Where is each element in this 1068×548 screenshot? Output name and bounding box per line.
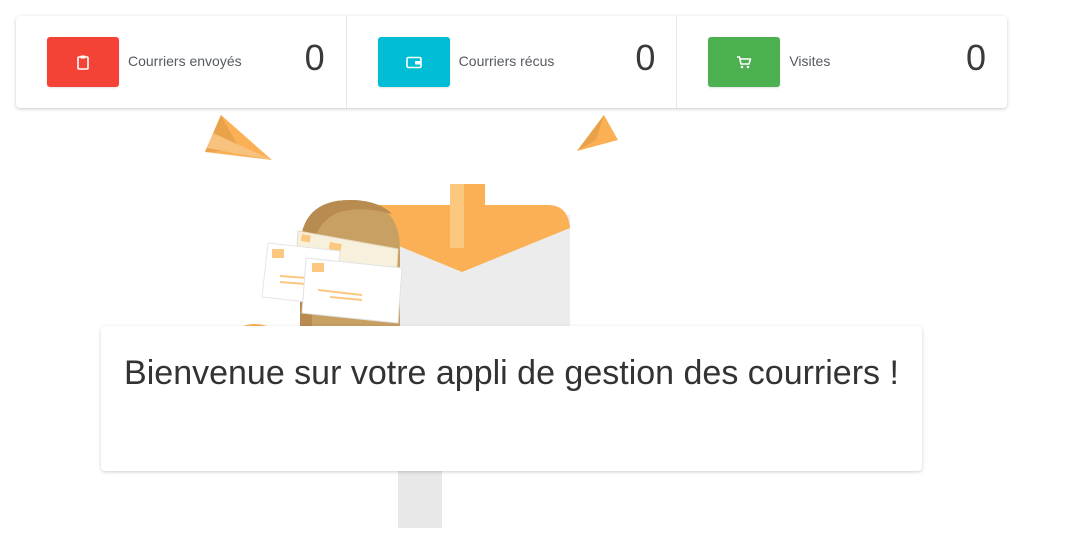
paper-plane-left-icon (205, 115, 272, 160)
stat-visits[interactable]: Visites 0 (677, 16, 1007, 108)
stat-visits-label: Visites (789, 53, 831, 69)
letter-back-icon (293, 230, 399, 317)
stat-visits-count: 0 (965, 37, 987, 78)
welcome-card: Bienvenue sur votre appli de gestion des… (101, 326, 922, 471)
stats-bar: Courriers envoyés 0 Courriers récus 0 Vi… (16, 16, 1007, 108)
stat-received-mail-label: Courriers récus (458, 53, 555, 69)
stat-sent-mail[interactable]: Courriers envoyés 0 (16, 16, 347, 108)
stat-received-mail-count: 0 (635, 37, 656, 78)
page: Courriers envoyés 0 Courriers récus 0 Vi… (0, 0, 1068, 548)
letter-front-icon (301, 257, 403, 324)
stat-sent-mail-icon-box (47, 37, 119, 87)
stat-visits-icon-box (708, 37, 781, 87)
stat-sent-mail-count: 0 (304, 37, 325, 78)
paper-plane-right-icon (577, 115, 618, 151)
stat-sent-mail-label: Courriers envoyés (128, 53, 242, 69)
stat-received-mail-icon-box (377, 37, 450, 87)
clipboard-icon (77, 55, 89, 70)
welcome-message: Bienvenue sur votre appli de gestion des… (124, 354, 899, 392)
stat-received-mail[interactable]: Courriers récus 0 (347, 16, 678, 108)
cart-icon (737, 56, 752, 69)
wallet-icon (405, 56, 422, 68)
letter-left-icon (261, 242, 341, 306)
